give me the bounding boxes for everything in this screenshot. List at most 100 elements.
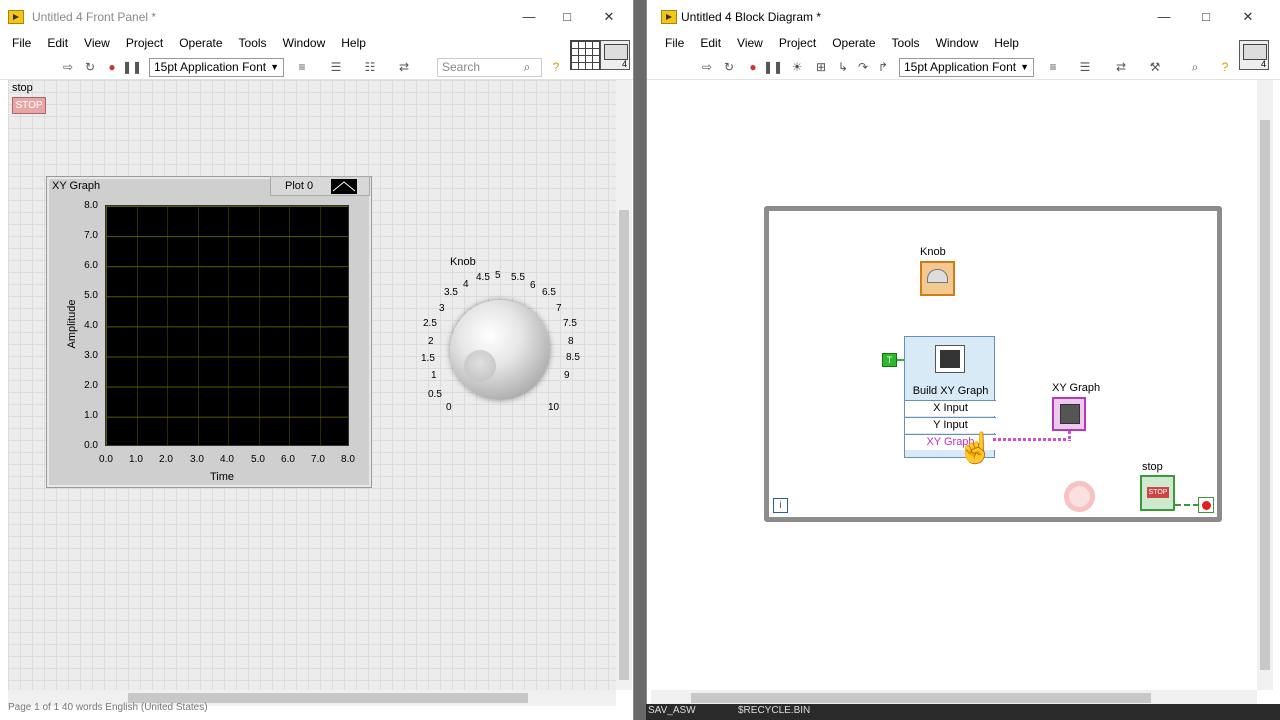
plot-area[interactable] [105,205,349,446]
distribute-objects-icon[interactable]: ☰ [326,58,346,76]
reorder-icon[interactable]: ⇄ [1111,58,1131,76]
stop-button[interactable]: STOP [12,97,46,114]
menu-operate[interactable]: Operate [171,34,230,54]
knob-terminal-icon [927,269,948,283]
reorder-icon[interactable]: ⇄ [394,58,414,76]
close-button[interactable]: ✕ [595,6,623,28]
front-panel-window: Untitled 4 Front Panel * — □ ✕ File Edit… [0,0,634,720]
y-tick: 7.0 [84,230,98,241]
retain-wire-values-icon[interactable]: ⊞ [811,58,831,76]
close-button[interactable]: ✕ [1234,6,1262,28]
scroll-thumb[interactable] [691,693,1151,703]
align-objects-icon[interactable]: ≡ [1043,58,1063,76]
maximize-button[interactable]: □ [1192,6,1220,28]
stop-wire [1175,504,1199,506]
stop-terminal-label: stop [1142,461,1163,473]
align-objects-icon[interactable]: ≡ [292,58,312,76]
loop-condition-terminal[interactable] [1198,497,1214,513]
knob-tick: 4 [463,279,469,290]
clean-up-diagram-icon[interactable]: ⚒ [1145,58,1165,76]
menu-window[interactable]: Window [928,34,987,54]
context-help-icon[interactable]: ? [1215,58,1235,76]
knob-terminal[interactable] [920,261,955,296]
status-bar: Page 1 of 1 40 words English (United Sta… [0,700,633,720]
connector-pane-icon[interactable] [570,40,600,70]
vertical-scrollbar[interactable] [1257,80,1273,690]
scroll-thumb[interactable] [1260,120,1270,670]
step-over-icon[interactable]: ↷ [853,58,873,76]
step-into-icon[interactable]: ↳ [833,58,853,76]
knob-tick: 5.5 [511,272,525,283]
knob-tick: 1.5 [421,353,435,364]
search-icon[interactable]: ⌕ [517,58,537,76]
menu-bar: File Edit View Project Operate Tools Win… [647,34,1280,54]
menu-project[interactable]: Project [771,34,824,54]
menu-view[interactable]: View [729,34,771,54]
run-continuously-icon[interactable]: ↻ [80,58,100,76]
stop-terminal[interactable]: STOP [1140,475,1175,511]
taskbar-item[interactable]: SAV_ASW [648,705,696,716]
run-continuously-icon[interactable]: ↻ [719,58,739,76]
menu-project[interactable]: Project [118,34,171,54]
build-xy-graph-title: Build XY Graph [912,385,989,397]
iteration-terminal[interactable]: i [773,498,788,513]
menu-window[interactable]: Window [275,34,334,54]
step-out-icon[interactable]: ↱ [873,58,893,76]
run-arrow-icon[interactable]: ⇨ [58,58,78,76]
knob-tick: 8 [568,336,574,347]
context-help-icon[interactable]: ? [546,58,566,76]
x-input-terminal[interactable]: X Input [905,400,996,416]
stop-label: stop [12,82,33,94]
distribute-objects-icon[interactable]: ☰ [1075,58,1095,76]
menu-tools[interactable]: Tools [884,34,928,54]
minimize-button[interactable]: — [1150,6,1178,28]
y-tick: 1.0 [84,410,98,421]
font-select[interactable]: 15pt Application Font ▼ [899,58,1034,77]
vi-icon[interactable] [1239,40,1269,70]
true-constant[interactable]: T [882,353,897,367]
knob-control[interactable] [450,300,550,400]
resize-objects-icon[interactable]: ☷ [360,58,380,76]
block-diagram-toolbar: ⇨ ↻ ● ❚❚ ☀ ⊞ ↳ ↷ ↱ 15pt Application Font… [647,54,1280,80]
menu-help[interactable]: Help [986,34,1027,54]
block-diagram-titlebar: Untitled 4 Block Diagram * — □ ✕ [647,0,1280,34]
font-select[interactable]: 15pt Application Font ▼ [149,58,284,77]
vertical-scrollbar[interactable] [616,80,632,690]
stop-terminal-text: STOP [1147,487,1169,498]
search-icon[interactable]: ⌕ [1185,58,1205,76]
plot-legend[interactable]: Plot 0 [270,176,370,196]
x-tick: 4.0 [220,454,234,465]
minimize-button[interactable]: — [515,6,543,28]
menu-tools[interactable]: Tools [231,34,275,54]
menu-operate[interactable]: Operate [824,34,883,54]
menu-edit[interactable]: Edit [692,34,729,54]
xy-graph-terminal[interactable] [1052,397,1086,431]
status-text: Page 1 of 1 40 words English (United Sta… [8,702,208,713]
pause-icon[interactable]: ❚❚ [122,58,142,76]
x-tick: 8.0 [341,454,355,465]
menu-help[interactable]: Help [333,34,374,54]
knob-tick: 9 [564,370,570,381]
knob-tick: 5 [495,270,501,281]
menu-file[interactable]: File [4,34,39,54]
front-panel-toolbar: ⇨ ↻ ● ❚❚ 15pt Application Font ▼ ≡ ☰ ☷ ⇄… [0,54,633,80]
pause-icon[interactable]: ❚❚ [763,58,783,76]
hand-cursor-icon: ☝ [957,432,995,465]
taskbar-item[interactable]: $RECYCLE.BIN [738,705,810,716]
maximize-button[interactable]: □ [553,6,581,28]
run-arrow-icon[interactable]: ⇨ [697,58,717,76]
abort-icon[interactable]: ● [102,58,122,76]
knob-tick: 3.5 [444,287,458,298]
xy-graph-wire[interactable] [993,438,1071,441]
knob-tick: 10 [548,402,560,413]
knob-tick: 3 [439,303,445,314]
click-indicator [1064,481,1095,512]
scroll-thumb[interactable] [619,210,629,680]
menu-file[interactable]: File [657,34,692,54]
highlight-execution-icon[interactable]: ☀ [787,58,807,76]
menu-edit[interactable]: Edit [39,34,76,54]
y-input-terminal[interactable]: Y Input [905,417,996,433]
menu-view[interactable]: View [76,34,118,54]
abort-icon[interactable]: ● [743,58,763,76]
vi-icon[interactable] [600,40,630,70]
